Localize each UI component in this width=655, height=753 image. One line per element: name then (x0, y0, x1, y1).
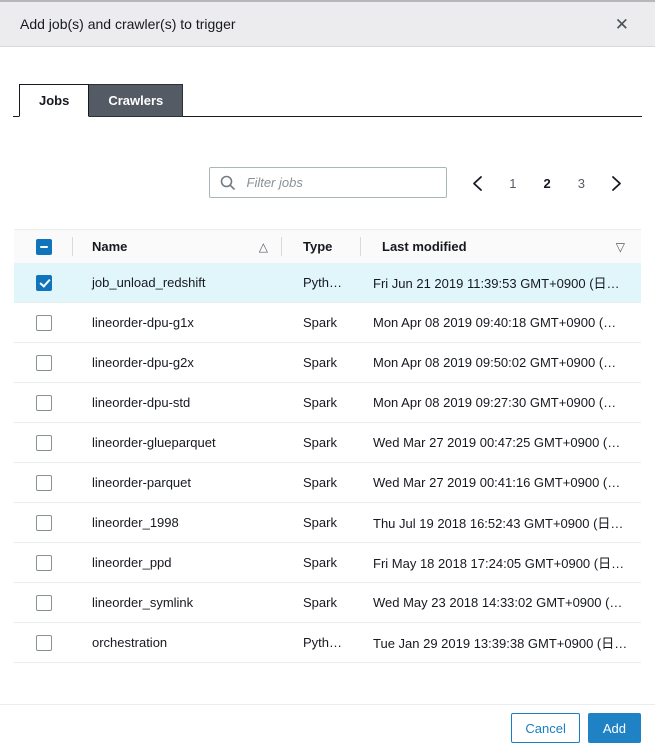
filter-jobs-box[interactable] (208, 167, 447, 198)
dialog-title: Add job(s) and crawler(s) to trigger (20, 16, 236, 32)
table-row[interactable]: lineorder_1998 Spark Thu Jul 19 2018 16:… (14, 503, 641, 543)
select-all-checkbox[interactable] (36, 238, 52, 255)
table-row[interactable]: lineorder-dpu-g1x Spark Mon Apr 08 2019 … (14, 303, 641, 343)
filter-jobs-input[interactable] (244, 174, 436, 191)
job-name: lineorder-glueparquet (92, 435, 216, 450)
job-last-modified: Mon Apr 08 2019 09:50:02 GMT+0900 (… (373, 355, 617, 370)
table-header-row: Name △ Type Last modified ▽ (14, 229, 641, 263)
job-last-modified: Fri Jun 21 2019 11:39:53 GMT+0900 (日… (373, 276, 620, 291)
job-name: lineorder-dpu-g2x (92, 355, 194, 370)
row-checkbox[interactable] (36, 514, 52, 531)
jobs-table: Name △ Type Last modified ▽ job_unload_r… (14, 229, 641, 663)
row-checkbox[interactable] (36, 434, 52, 451)
tab-jobs[interactable]: Jobs (19, 84, 90, 117)
job-last-modified: Tue Jan 29 2019 13:39:38 GMT+0900 (日… (373, 636, 628, 651)
job-name: lineorder-parquet (92, 475, 192, 490)
dialog-footer: Cancel Add (0, 704, 655, 743)
row-checkbox-cell (14, 554, 72, 571)
chevron-left-icon[interactable] (470, 173, 485, 194)
add-jobs-crawlers-dialog: Add job(s) and crawler(s) to trigger ✕ J… (0, 0, 655, 743)
search-icon (220, 175, 235, 190)
table-row[interactable]: job_unload_redshift Pyth… Fri Jun 21 201… (14, 263, 641, 303)
table-body: job_unload_redshift Pyth… Fri Jun 21 201… (14, 263, 641, 663)
dialog-header: Add job(s) and crawler(s) to trigger ✕ (0, 0, 655, 47)
job-type: Spark (303, 475, 337, 490)
job-last-modified: Wed Mar 27 2019 00:47:25 GMT+0900 (… (373, 435, 621, 450)
row-checkbox[interactable] (36, 634, 52, 651)
job-type: Spark (303, 435, 337, 450)
row-checkbox-cell (14, 274, 72, 291)
row-checkbox-cell (14, 394, 72, 411)
job-name: lineorder_ppd (92, 555, 172, 570)
row-checkbox[interactable] (36, 554, 52, 571)
page-3-button[interactable]: 3 (575, 174, 588, 193)
job-name: lineorder-dpu-g1x (92, 315, 194, 330)
job-last-modified: Thu Jul 19 2018 16:52:43 GMT+0900 (日… (373, 516, 624, 531)
page-2-button-current[interactable]: 2 (541, 174, 554, 193)
row-checkbox-cell (14, 474, 72, 491)
table-row[interactable]: lineorder_symlink Spark Wed May 23 2018 … (14, 583, 641, 623)
table-row[interactable]: lineorder-dpu-std Spark Mon Apr 08 2019 … (14, 383, 641, 423)
column-filter-icon[interactable]: ▽ (616, 240, 625, 254)
close-icon[interactable]: ✕ (609, 12, 635, 37)
row-checkbox-cell (14, 434, 72, 451)
row-checkbox-cell (14, 354, 72, 371)
job-type: Pyth… (303, 275, 343, 290)
job-name: lineorder-dpu-std (92, 395, 191, 410)
column-header-last-modified[interactable]: Last modified ▽ (360, 230, 641, 263)
chevron-right-icon[interactable] (609, 173, 624, 194)
column-label-type: Type (303, 239, 333, 254)
row-checkbox-cell (14, 314, 72, 331)
tab-crawlers[interactable]: Crawlers (89, 84, 184, 117)
job-name: job_unload_redshift (92, 275, 206, 290)
tab-bar: Jobs Crawlers (13, 84, 642, 117)
table-row[interactable]: lineorder_ppd Spark Fri May 18 2018 17:2… (14, 543, 641, 583)
job-last-modified: Mon Apr 08 2019 09:27:30 GMT+0900 (… (373, 395, 617, 410)
column-header-name[interactable]: Name △ (72, 230, 281, 263)
cancel-button[interactable]: Cancel (511, 713, 580, 743)
row-checkbox[interactable] (36, 274, 52, 291)
row-checkbox[interactable] (36, 314, 52, 331)
table-toolbar: 1 2 3 (0, 167, 655, 199)
row-checkbox[interactable] (36, 394, 52, 411)
job-type: Spark (303, 395, 337, 410)
job-name: lineorder_1998 (92, 515, 179, 530)
job-last-modified: Fri May 18 2018 17:24:05 GMT+0900 (日… (373, 556, 625, 571)
row-checkbox-cell (14, 594, 72, 611)
table-row[interactable]: lineorder-dpu-g2x Spark Mon Apr 08 2019 … (14, 343, 641, 383)
row-checkbox-cell (14, 514, 72, 531)
job-type: Spark (303, 315, 337, 330)
job-last-modified: Wed Mar 27 2019 00:41:16 GMT+0900 (… (373, 475, 621, 490)
page-1-button[interactable]: 1 (506, 174, 519, 193)
job-name: lineorder_symlink (92, 595, 194, 610)
job-type: Pyth… (303, 635, 343, 650)
job-type: Spark (303, 555, 337, 570)
row-checkbox[interactable] (36, 594, 52, 611)
job-name: orchestration (92, 635, 168, 650)
header-checkbox-cell (14, 238, 72, 255)
table-row[interactable]: orchestration Pyth… Tue Jan 29 2019 13:3… (14, 623, 641, 663)
job-type: Spark (303, 355, 337, 370)
row-checkbox[interactable] (36, 354, 52, 371)
sort-ascending-icon[interactable]: △ (259, 240, 268, 254)
table-row[interactable]: lineorder-parquet Spark Wed Mar 27 2019 … (14, 463, 641, 503)
row-checkbox[interactable] (36, 474, 52, 491)
add-button[interactable]: Add (587, 713, 641, 743)
column-header-type[interactable]: Type (281, 230, 360, 263)
job-type: Spark (303, 595, 337, 610)
job-type: Spark (303, 515, 337, 530)
column-label-last-modified: Last modified (382, 239, 467, 254)
job-last-modified: Mon Apr 08 2019 09:40:18 GMT+0900 (… (373, 315, 617, 330)
column-label-name: Name (92, 239, 128, 254)
row-checkbox-cell (14, 634, 72, 651)
job-last-modified: Wed May 23 2018 14:33:02 GMT+0900 (… (373, 595, 623, 610)
table-row[interactable]: lineorder-glueparquet Spark Wed Mar 27 2… (14, 423, 641, 463)
pagination: 1 2 3 (470, 167, 624, 199)
